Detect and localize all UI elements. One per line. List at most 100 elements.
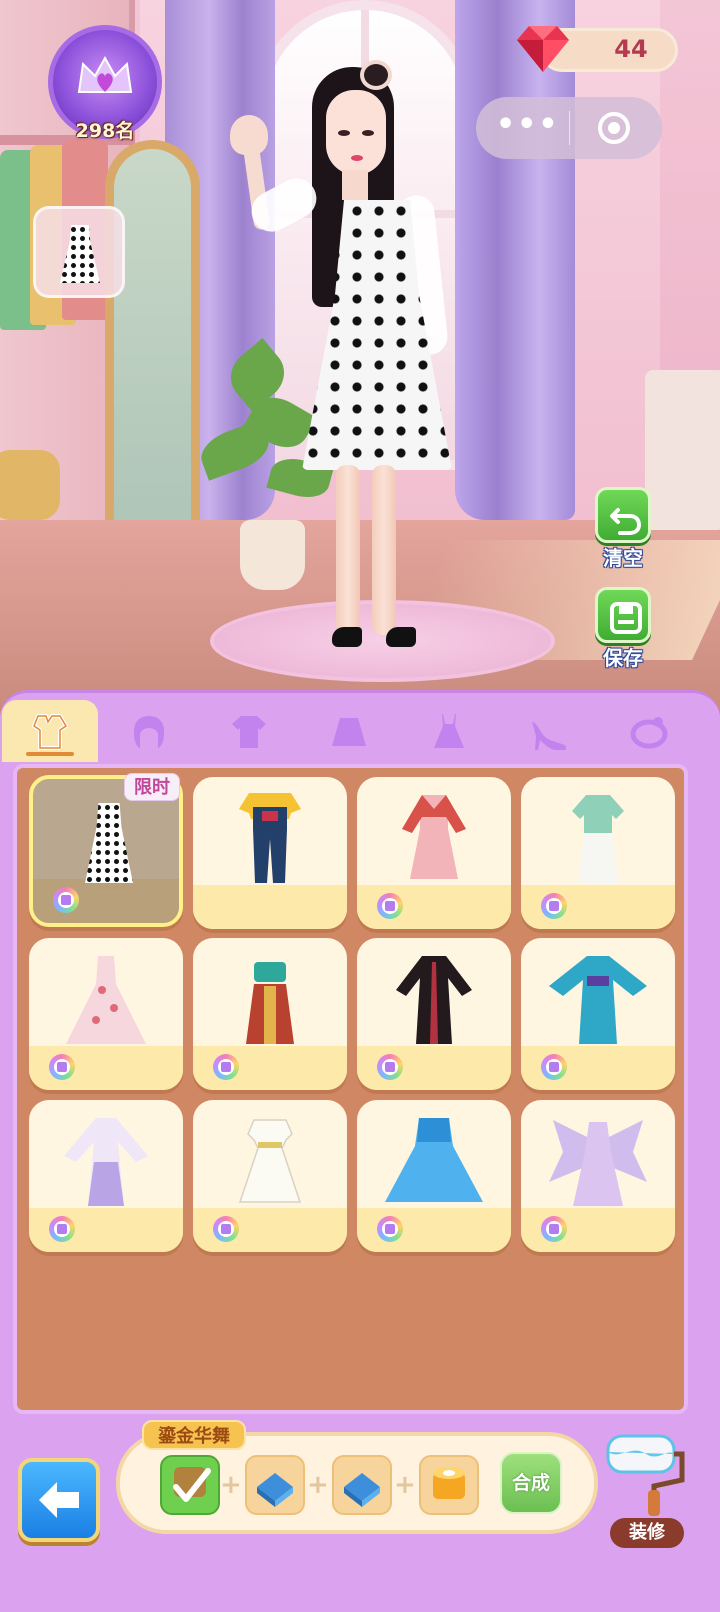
avatar-eye xyxy=(362,130,374,136)
gem-count: 44 xyxy=(614,35,648,63)
plus-icon: + xyxy=(307,1470,329,1500)
category-tabbar xyxy=(0,700,700,762)
accessory-tab[interactable] xyxy=(600,700,696,762)
rainbow-shirt-icon xyxy=(377,1054,403,1080)
material-slot-filled[interactable] xyxy=(160,1455,220,1515)
crown-icon xyxy=(77,55,133,93)
rainbow-shirt-icon xyxy=(377,1216,403,1242)
thread-spool-icon xyxy=(433,1467,465,1499)
outfit-icon xyxy=(32,714,68,750)
save-disk-icon xyxy=(610,602,642,634)
skirt-tab[interactable] xyxy=(300,700,396,762)
outfit-card[interactable] xyxy=(357,938,511,1090)
plus-icon: + xyxy=(220,1470,242,1500)
rainbow-shirt-icon xyxy=(49,1054,75,1080)
avatar-leg xyxy=(372,465,396,635)
avatar-leg xyxy=(336,465,360,635)
polka-dress-item xyxy=(85,803,133,883)
rainbow-shirt-icon xyxy=(541,1216,567,1242)
red-skirt-outfit-item xyxy=(246,962,294,1044)
synthesis-title: 鎏金华舞 xyxy=(142,1420,246,1450)
rank-badge[interactable]: 298名 xyxy=(48,25,162,142)
outfit-card[interactable] xyxy=(357,777,511,929)
avatar-neck xyxy=(342,170,368,200)
outfit-card[interactable] xyxy=(521,1100,675,1252)
mini-program-capsule: ••• xyxy=(476,97,662,159)
side-table xyxy=(645,370,720,530)
outfit-card[interactable] xyxy=(29,1100,183,1252)
blue-ball-gown-item xyxy=(385,1118,483,1202)
accessory-icon xyxy=(630,717,668,749)
back-button[interactable] xyxy=(18,1458,100,1542)
pink-gown-item xyxy=(66,956,146,1044)
material-slot[interactable] xyxy=(419,1455,479,1515)
card-footer xyxy=(193,885,347,929)
target-icon[interactable] xyxy=(598,112,630,144)
limited-time-badge: 限时 xyxy=(124,773,180,801)
rainbow-shirt-icon xyxy=(53,887,79,913)
checkmark-icon xyxy=(173,1467,211,1502)
save-button[interactable] xyxy=(595,587,651,643)
decorate-label[interactable]: 装修 xyxy=(610,1518,684,1548)
outfit-tab[interactable] xyxy=(2,700,98,762)
outfit-card[interactable] xyxy=(521,938,675,1090)
fabric-roll-icon xyxy=(257,1473,293,1507)
right-curtain xyxy=(455,0,575,520)
avatar-face xyxy=(326,90,386,175)
dress-tab[interactable] xyxy=(400,700,496,762)
current-outfit-thumbnail[interactable] xyxy=(33,206,125,298)
rainbow-shirt-icon xyxy=(541,1054,567,1080)
high-heel-icon xyxy=(532,722,566,750)
capsule-divider xyxy=(569,111,570,145)
dress-icon xyxy=(60,225,100,283)
rainbow-shirt-icon xyxy=(213,1216,239,1242)
red-jacket-dress-item xyxy=(402,795,466,879)
qipao-item xyxy=(572,795,624,883)
blue-hanfu-item xyxy=(549,956,647,1044)
avatar-eye xyxy=(338,130,350,136)
fairy-wing-dress-item xyxy=(549,1120,647,1206)
overalls-item xyxy=(239,793,301,883)
top-tab[interactable] xyxy=(200,700,296,762)
rainbow-shirt-icon xyxy=(541,893,567,919)
save-label: 保存 xyxy=(603,646,643,670)
paint-roller-icon[interactable] xyxy=(602,1430,686,1520)
avatar-lips xyxy=(351,155,363,161)
material-slot[interactable] xyxy=(245,1455,305,1515)
undo-icon xyxy=(610,508,642,535)
outfit-card[interactable] xyxy=(357,1100,511,1252)
dress-icon xyxy=(434,714,464,748)
rainbow-shirt-icon xyxy=(213,1054,239,1080)
outfit-card[interactable] xyxy=(521,777,675,929)
clear-button[interactable] xyxy=(595,487,651,543)
avatar-shoe xyxy=(332,627,362,647)
shoes-tab[interactable] xyxy=(500,700,596,762)
plus-icon: + xyxy=(394,1470,416,1500)
avatar-shoe xyxy=(386,627,416,647)
rainbow-shirt-icon xyxy=(49,1216,75,1242)
outfit-card[interactable] xyxy=(193,938,347,1090)
hair-tab[interactable] xyxy=(100,700,196,762)
lavender-hanfu-item xyxy=(64,1118,148,1206)
fabric-roll-icon xyxy=(344,1473,380,1507)
player-avatar[interactable] xyxy=(230,55,460,675)
tab-active-indicator xyxy=(26,752,74,756)
outfit-card[interactable] xyxy=(193,1100,347,1252)
tshirt-icon xyxy=(232,716,266,748)
black-robe-item xyxy=(396,956,472,1044)
handbag xyxy=(0,450,60,520)
white-dress-item xyxy=(238,1119,302,1203)
clear-label: 清空 xyxy=(603,546,643,570)
rainbow-shirt-icon xyxy=(377,893,403,919)
hair-icon xyxy=(133,716,165,748)
skirt-icon xyxy=(332,718,366,746)
ruby-gem-icon xyxy=(517,26,569,72)
rank-text: 298名 xyxy=(75,120,135,142)
outfit-card[interactable] xyxy=(29,938,183,1090)
arrow-left-icon xyxy=(39,1482,79,1518)
more-dots-icon[interactable]: ••• xyxy=(496,107,558,147)
material-slot[interactable] xyxy=(332,1455,392,1515)
avatar-hair-bun xyxy=(360,60,392,90)
combine-button[interactable]: 合成 xyxy=(500,1452,562,1514)
outfit-card[interactable] xyxy=(193,777,347,929)
